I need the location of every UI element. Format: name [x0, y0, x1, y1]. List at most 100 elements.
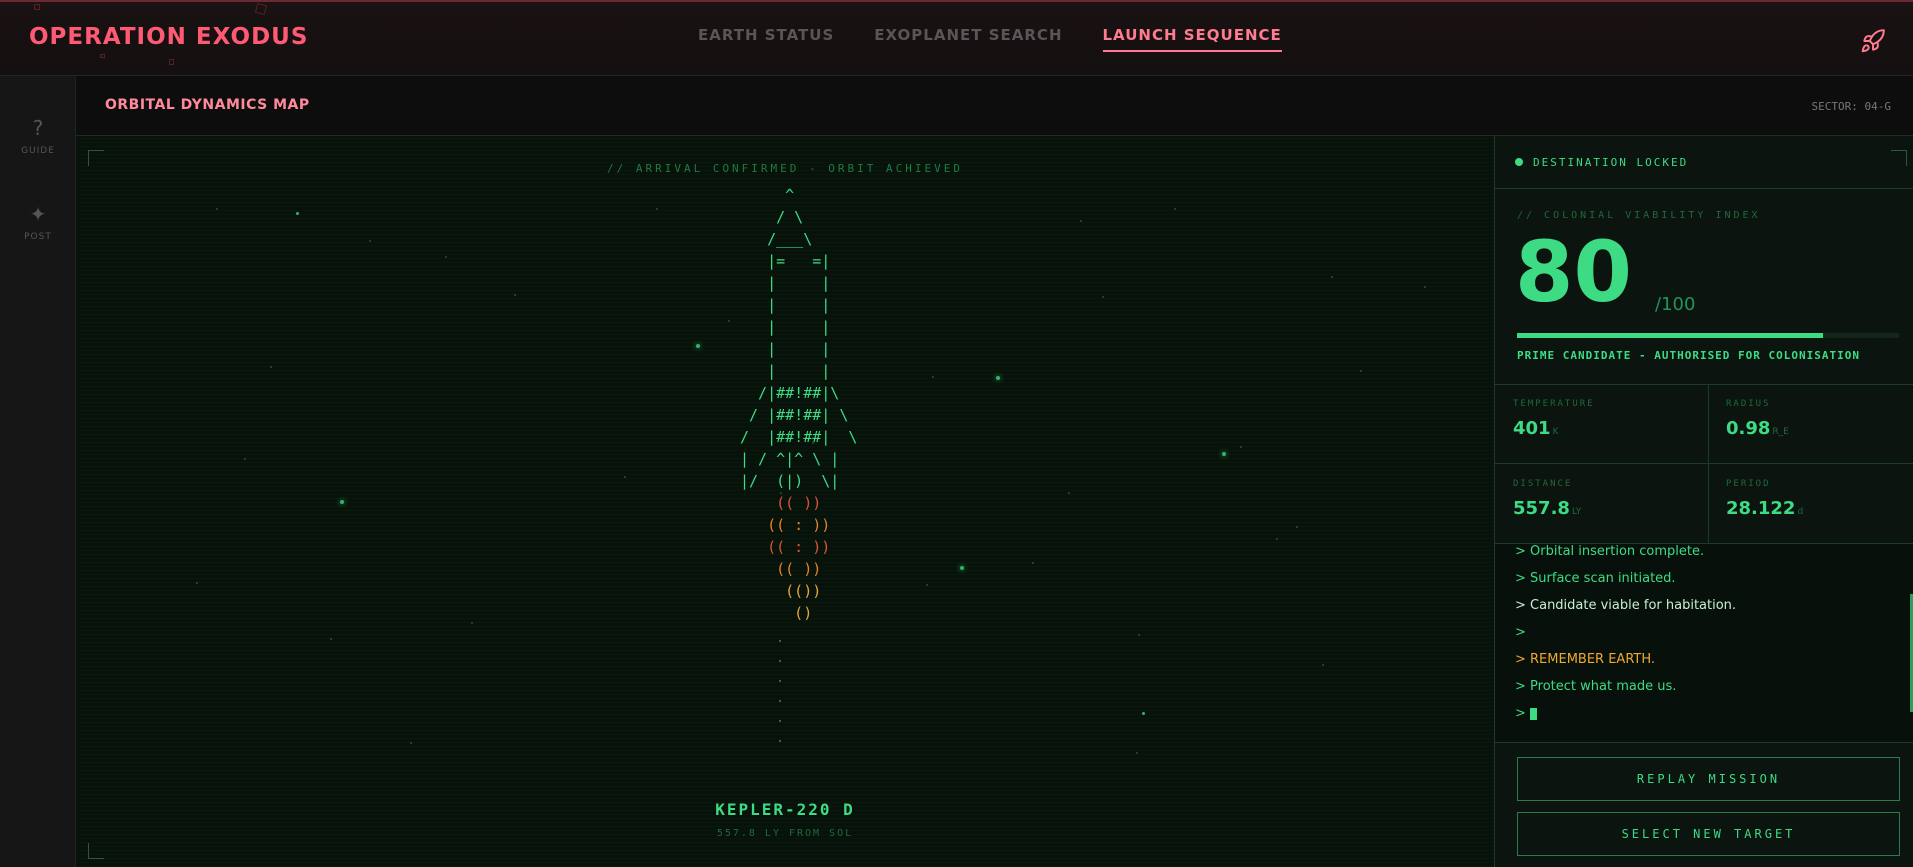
sidebar: ? GUIDE ✦ POST — [0, 76, 76, 867]
stat-distance: DISTANCE 557.8 LY — [1495, 464, 1705, 544]
status-dot-icon — [1515, 158, 1523, 166]
star — [296, 212, 299, 215]
star — [932, 376, 934, 378]
stat-unit: K — [1552, 427, 1559, 437]
mission-console[interactable]: > Orbital insertion complete. > Surface … — [1495, 543, 1913, 743]
rocket-flame: (( )) — [740, 494, 822, 512]
brand-logo[interactable]: OPERATION EXODUS — [29, 24, 308, 50]
exhaust-trail — [779, 680, 781, 682]
star — [1142, 712, 1145, 715]
stat-label: DISTANCE — [1513, 479, 1573, 489]
stat-value: 557.8 LY — [1513, 498, 1581, 519]
arrival-status: // ARRIVAL CONFIRMED - ORBIT ACHIEVED — [606, 162, 964, 175]
decoration — [34, 4, 40, 10]
nav-exoplanet-search[interactable]: EXOPLANET SEARCH — [874, 26, 1062, 52]
star — [445, 256, 447, 258]
star — [196, 582, 198, 584]
star — [696, 344, 700, 348]
console-line: > — [1515, 625, 1526, 640]
stat-number: 28.122 — [1726, 498, 1796, 519]
stat-unit: LY — [1571, 507, 1582, 517]
planet-name: KEPLER-220 D — [715, 800, 855, 819]
star — [1068, 492, 1070, 494]
frame-corner — [88, 843, 104, 859]
stat-temperature: TEMPERATURE 401 K — [1495, 384, 1705, 464]
sparkle-icon: ✦ — [29, 202, 47, 226]
sidebar-item-post[interactable]: ✦ POST — [0, 202, 76, 242]
stat-label: TEMPERATURE — [1513, 399, 1595, 409]
viability-verdict: PRIME CANDIDATE - AUTHORISED FOR COLONIS… — [1517, 349, 1861, 362]
star — [1296, 526, 1298, 528]
star — [996, 376, 1000, 380]
star — [514, 294, 516, 296]
star — [1240, 446, 1242, 448]
nav-earth-status[interactable]: EARTH STATUS — [698, 26, 834, 52]
star — [369, 240, 371, 242]
stat-unit: d — [1797, 507, 1804, 517]
frame-corner — [1891, 150, 1907, 166]
sidebar-item-label: GUIDE — [21, 146, 55, 156]
star — [1032, 562, 1034, 564]
exhaust-trail — [779, 740, 781, 742]
orbital-map: // ARRIVAL CONFIRMED - ORBIT ACHIEVED ^ … — [76, 136, 1494, 867]
rocket-flame: () — [740, 604, 813, 622]
destination-panel: DESTINATION LOCKED // COLONIAL VIABILITY… — [1494, 136, 1913, 867]
star — [1080, 220, 1082, 222]
star — [1222, 452, 1226, 456]
main-nav: EARTH STATUS EXOPLANET SEARCH LAUNCH SEQ… — [698, 26, 1282, 52]
console-line: > Protect what made us. — [1515, 679, 1677, 694]
exhaust-trail — [779, 640, 781, 642]
rocket-body: ^ / \ /___\ |= =| | | | | | | | | | | /|… — [740, 186, 858, 490]
exhaust-trail — [779, 720, 781, 722]
console-line: > REMEMBER EARTH. — [1515, 652, 1656, 667]
stat-period: PERIOD 28.122 d — [1708, 464, 1913, 544]
planet-distance: 557.8 LY FROM SOL — [716, 828, 854, 839]
rocket-flame: (( : )) — [740, 538, 831, 556]
console-line: > Candidate viable for habitation. — [1515, 598, 1737, 613]
stat-value: 0.98 R_E — [1726, 418, 1789, 439]
cursor — [1529, 707, 1537, 720]
decoration — [254, 2, 268, 16]
star — [340, 500, 344, 504]
star — [624, 476, 626, 478]
stat-number: 401 — [1513, 418, 1551, 439]
sidebar-item-label: POST — [24, 232, 52, 242]
star — [1360, 370, 1362, 372]
star — [1322, 664, 1324, 666]
stat-unit: R_E — [1772, 427, 1789, 437]
star — [1424, 286, 1426, 288]
replay-mission-button[interactable]: REPLAY MISSION — [1517, 757, 1900, 801]
viability-bar — [1517, 333, 1899, 338]
rocket-flame: (()) — [740, 582, 822, 600]
rocket-icon[interactable] — [1860, 28, 1886, 54]
star — [330, 638, 332, 640]
destination-status: DESTINATION LOCKED — [1515, 156, 1688, 169]
rocket-flame: (( )) — [740, 560, 822, 578]
stat-number: 557.8 — [1513, 498, 1570, 519]
viability-label: // COLONIAL VIABILITY INDEX — [1517, 210, 1761, 221]
sector-readout: SECTOR: 04-G — [1811, 100, 1891, 113]
star — [1136, 752, 1138, 754]
console-line: > Orbital insertion complete. — [1515, 544, 1705, 559]
decoration — [169, 59, 174, 65]
page-title: ORBITAL DYNAMICS MAP — [105, 97, 310, 113]
star — [244, 458, 246, 460]
status-text: DESTINATION LOCKED — [1533, 156, 1689, 169]
stat-radius: RADIUS 0.98 R_E — [1708, 384, 1913, 464]
stat-number: 0.98 — [1726, 418, 1771, 439]
console-scrollbar[interactable] — [1908, 544, 1913, 742]
viability-bar-fill — [1517, 333, 1823, 338]
decoration — [100, 54, 105, 58]
divider — [1495, 188, 1913, 189]
help-icon: ? — [32, 116, 44, 140]
nav-launch-sequence[interactable]: LAUNCH SEQUENCE — [1102, 26, 1282, 52]
stat-value: 28.122 d — [1726, 498, 1803, 519]
exhaust-trail — [779, 700, 781, 702]
sidebar-item-guide[interactable]: ? GUIDE — [0, 116, 76, 156]
star — [410, 742, 412, 744]
select-new-target-button[interactable]: SELECT NEW TARGET — [1517, 812, 1900, 856]
viability-score: 80 — [1515, 223, 1632, 321]
star — [1102, 296, 1104, 298]
star — [656, 208, 658, 210]
console-prompt[interactable]: > — [1515, 706, 1537, 721]
